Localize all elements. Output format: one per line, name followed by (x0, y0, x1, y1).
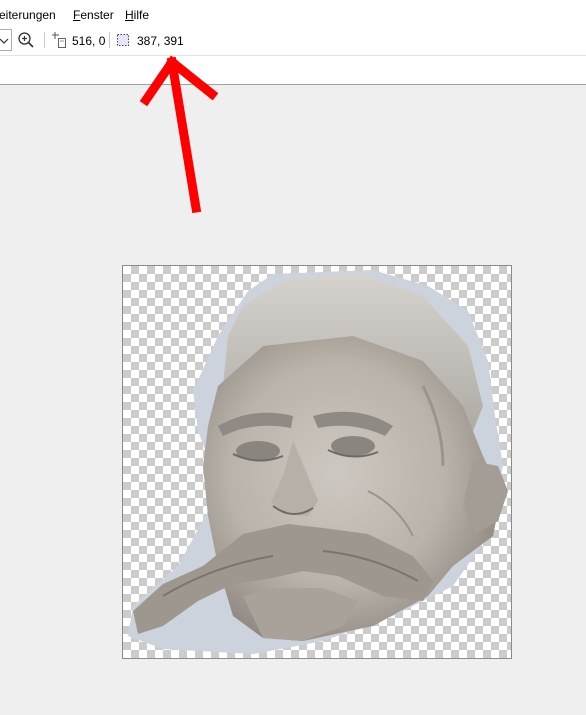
toolbar: 516, 0 387, 391 (0, 26, 586, 56)
chevron-down-icon (0, 38, 9, 44)
menu-mnemonic: H (125, 8, 134, 22)
zoom-in-icon[interactable] (17, 31, 35, 49)
menu-item-bearbeitungen[interactable]: eiterungen (0, 8, 56, 22)
menu-item-fenster[interactable]: Fenster (73, 8, 114, 22)
image-canvas[interactable] (122, 265, 512, 659)
cursor-position-icon (52, 32, 66, 48)
selection-size-readout: 387, 391 (137, 34, 184, 48)
menu-item-label: eiterungen (0, 8, 56, 22)
toolbar-separator (44, 32, 45, 48)
selection-size-icon (117, 34, 129, 46)
menu-item-hilfe[interactable]: Hilfe (125, 8, 149, 22)
cursor-position-readout: 516, 0 (72, 34, 106, 48)
statue-head-image (128, 270, 508, 654)
menu-item-label: enster (80, 8, 114, 22)
zoom-dropdown[interactable] (0, 29, 12, 51)
menu-bar: eiterungen Fenster Hilfe (0, 0, 586, 27)
toolbar-separator (109, 32, 110, 48)
tool-options-bar (0, 56, 586, 85)
menu-item-label: ilfe (133, 8, 150, 22)
